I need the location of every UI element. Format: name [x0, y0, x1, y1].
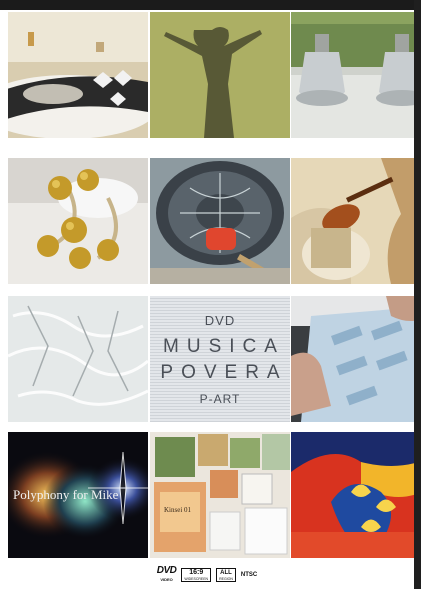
aspect-ratio-text: 16:9	[189, 569, 204, 576]
photo-golden-bells	[8, 158, 148, 284]
title-dvd: DVD	[204, 312, 236, 328]
aspect-sub-text: WIDESCREEN	[184, 577, 209, 581]
widescreen-logo: 16:9 WIDESCREEN	[181, 568, 212, 582]
photo-colorful-abstract	[291, 432, 414, 558]
title-panel: DVD MUSICA POVERA P-ART	[150, 296, 290, 422]
region-text: ALL	[220, 570, 232, 576]
photo-shadow-on-grass	[150, 12, 290, 138]
title-part: P-ART	[199, 391, 241, 406]
photo-gong-with-mallet	[150, 158, 290, 284]
region-logo: ALL REGION	[216, 568, 236, 582]
photo-polyphony-for-mike: Polyphony for Mike	[8, 432, 148, 558]
title-povera: POVERA	[160, 361, 288, 383]
photo-blister-pack-hands	[291, 296, 414, 422]
dvd-cover: DVD MUSICA POVERA P-ART Polyphony for Mi…	[0, 0, 421, 589]
dvd-video-logo: DVD VIDEO	[157, 566, 177, 584]
photo-plastic-packaging	[8, 296, 148, 422]
format-logos: DVD VIDEO 16:9 WIDESCREEN ALL REGION NTS…	[0, 566, 414, 584]
region-sub-text: REGION	[219, 577, 233, 581]
photo-rotating-table	[8, 12, 148, 138]
title-musica: MUSICA	[163, 335, 285, 357]
book-cover-label: Kinsei 01	[164, 506, 192, 514]
photo-book-collage: Kinsei 01	[150, 432, 290, 558]
dvd-logo-sub: VIDEO	[160, 577, 173, 582]
photo-violin-and-paper	[291, 158, 414, 284]
top-edge	[0, 0, 414, 10]
ntsc-label: NTSC	[240, 572, 258, 578]
photo-light-bulbs	[291, 12, 414, 138]
polyphony-caption: Polyphony for Mike	[13, 487, 119, 502]
